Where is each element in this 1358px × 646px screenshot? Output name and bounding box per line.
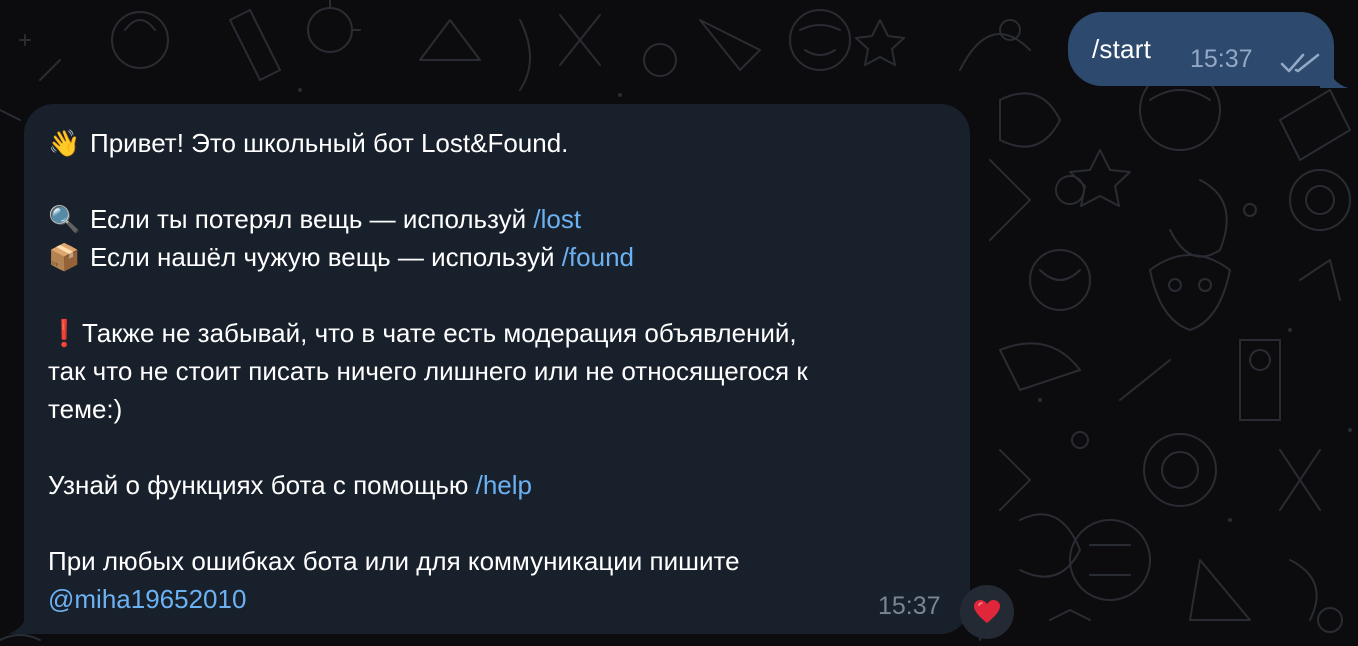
heart-icon: [974, 600, 1000, 623]
contact-line: При любых ошибках бота или для коммуника…: [48, 546, 740, 576]
lost-text: Если ты потерял вещь — используй: [90, 204, 534, 234]
package-icon: 📦: [48, 243, 81, 273]
found-command-link[interactable]: /found: [562, 242, 634, 272]
outgoing-message[interactable]: /start 15:37: [1068, 12, 1334, 86]
contact-handle-line: @miha19652010: [48, 580, 948, 618]
outgoing-message-text: /start: [1092, 34, 1151, 64]
warning-text-1: Также не забывай, что в чате есть модера…: [82, 318, 797, 348]
incoming-message[interactable]: 👋 Привет! Это школьный бот Lost&Found. 🔍 Е…: [24, 104, 970, 634]
help-command-link[interactable]: /help: [476, 470, 532, 500]
warning-line-1: ❗Также не забывай, что в чате есть модер…: [48, 314, 948, 352]
chat-area[interactable]: /start 15:37 👋 Привет! Это школьный бот L…: [0, 0, 1358, 646]
incoming-message-body: 👋 Привет! Это школьный бот Lost&Found. 🔍 Е…: [48, 124, 948, 618]
lost-line: 🔍 Если ты потерял вещь — используй /lost: [48, 200, 948, 238]
magnifier-icon: 🔍: [48, 205, 81, 235]
warning-line-3: теме:): [48, 394, 123, 424]
incoming-message-time: 15:37: [878, 592, 941, 620]
heart-reaction[interactable]: [960, 585, 1014, 639]
warning-line-2: так что не стоит писать ничего лишнего и…: [48, 356, 808, 386]
found-line: 📦 Если нашёл чужую вещь — используй /foun…: [48, 238, 948, 276]
found-text: Если нашёл чужую вещь — используй: [90, 242, 562, 272]
double-check-icon: [1280, 53, 1320, 73]
lost-command-link[interactable]: /lost: [533, 204, 581, 234]
help-text: Узнай о функциях бота с помощью: [48, 470, 476, 500]
help-line: Узнай о функциях бота с помощью /help: [48, 466, 948, 504]
outgoing-message-time: 15:37: [1190, 45, 1253, 73]
greeting-line: 👋 Привет! Это школьный бот Lost&Found.: [48, 124, 948, 162]
waving-hand-icon: 👋: [48, 129, 81, 159]
greeting-text: Привет! Это школьный бот Lost&Found.: [90, 128, 569, 158]
exclamation-icon: ❗: [48, 319, 81, 349]
contact-handle-link[interactable]: @miha19652010: [48, 584, 246, 614]
incoming-bubble-tail: [8, 608, 38, 634]
outgoing-bubble-tail: [1320, 64, 1348, 88]
